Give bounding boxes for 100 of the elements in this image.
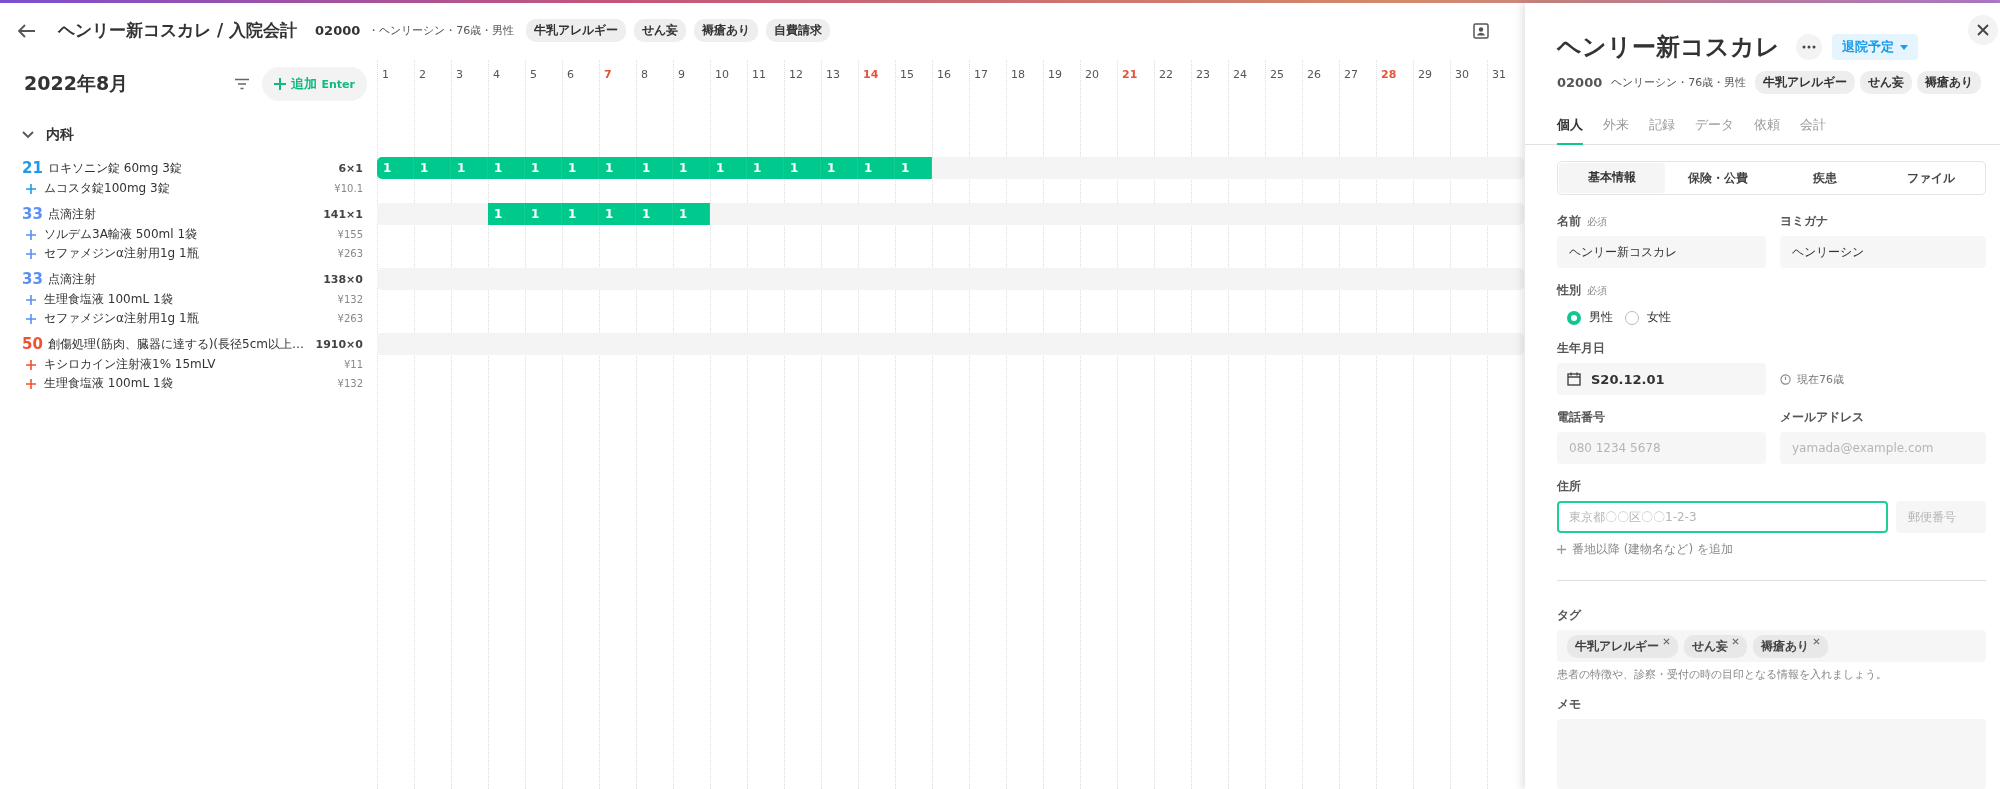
close-button[interactable] — [1968, 15, 1998, 45]
tags-field[interactable]: 牛乳アレルギー せん妄 褥瘡あり — [1557, 630, 1986, 662]
tab[interactable]: 依頼 — [1754, 108, 1780, 145]
date-field[interactable]: S20.12.01 — [1557, 363, 1766, 395]
patient-name: ヘンリー新コスカレ — [1557, 32, 1780, 63]
dose-cell[interactable]: 1 — [525, 157, 562, 179]
status-dropdown[interactable]: 退院予定 — [1832, 34, 1918, 60]
day-label: 26 — [1306, 68, 1322, 83]
item-name: セファメジンα注射用1g 1瓶 — [44, 245, 200, 262]
dose-cell[interactable]: 1 — [414, 157, 451, 179]
remove-icon[interactable] — [1663, 637, 1670, 645]
email-field[interactable]: yamada@example.com — [1780, 432, 1986, 464]
caret-icon — [1900, 44, 1908, 50]
tag-chip: 褥瘡あり — [1753, 634, 1828, 658]
order-code: 21 — [22, 159, 44, 177]
order-code: 33 — [22, 270, 44, 288]
day-label: 19 — [1047, 68, 1063, 83]
tab[interactable]: 記録 — [1649, 108, 1675, 145]
tags-hint: 患者の特徴や、診察・受付の時の目印となる情報を入れましょう。 — [1557, 668, 1888, 682]
postal-code-field[interactable]: 郵便番号 — [1896, 501, 1986, 533]
dose-cell[interactable]: 1 — [895, 157, 932, 179]
patient-tag: 褥瘡あり — [694, 19, 759, 42]
dose-cell[interactable]: 1 — [599, 157, 636, 179]
order-name: 点滴注射 — [48, 270, 97, 288]
field-label: タグ — [1557, 607, 1581, 624]
tab[interactable]: データ — [1695, 108, 1734, 145]
item-name: ムコスタ錠100mg 3錠 — [44, 180, 171, 197]
subtab[interactable]: 疾患 — [1771, 163, 1878, 193]
day-label: 12 — [788, 68, 804, 83]
dose-cell[interactable]: 1 — [636, 157, 673, 179]
field-label: 名前 — [1557, 213, 1581, 230]
clock-icon — [1780, 373, 1791, 385]
patient-info: ・ヘンリーシン・76歳・男性 — [368, 23, 515, 38]
age-note: 現在76歳 — [1797, 371, 1844, 387]
add-button[interactable]: 追加 Enter — [261, 67, 367, 101]
item-price: ¥155 — [337, 229, 363, 240]
day-label: 22 — [1158, 68, 1174, 83]
add-address-link[interactable]: 番地以降 (建物名など) を追加 — [1557, 541, 1733, 558]
subtab[interactable]: 基本情報 — [1559, 163, 1666, 193]
item-name: セファメジンα注射用1g 1瓶 — [44, 310, 200, 327]
dose-cell[interactable]: 1 — [562, 203, 599, 225]
dose-cell[interactable]: 1 — [636, 203, 673, 225]
day-label: 10 — [714, 68, 730, 83]
kana-field[interactable]: ヘンリーシン — [1780, 236, 1986, 268]
radio-option[interactable]: 男性 — [1567, 309, 1613, 326]
person-card-icon[interactable] — [1473, 22, 1489, 39]
dose-cell[interactable]: 1 — [562, 157, 599, 179]
phone-field[interactable]: 080 1234 5678 — [1557, 432, 1766, 464]
dose-cell[interactable]: 1 — [599, 203, 636, 225]
more-button[interactable] — [1796, 34, 1822, 60]
day-label: 4 — [492, 68, 501, 83]
dose-cell[interactable]: 1 — [488, 157, 525, 179]
day-label: 9 — [677, 68, 686, 83]
day-label: 20 — [1084, 68, 1100, 83]
required-note: 必須 — [1587, 284, 1607, 298]
plus-icon — [273, 78, 286, 90]
day-label: 7 — [603, 68, 613, 83]
chevron-icon[interactable] — [22, 131, 34, 139]
subtab[interactable]: 保険・公費 — [1665, 163, 1772, 193]
dose-cell[interactable]: 1 — [821, 157, 858, 179]
tag-chip: 牛乳アレルギー — [1567, 634, 1678, 658]
day-label: 2 — [418, 68, 427, 83]
subtab[interactable]: ファイル — [1877, 163, 1984, 193]
day-label: 6 — [566, 68, 575, 83]
tab[interactable]: 会計 — [1800, 108, 1826, 145]
day-label: 13 — [825, 68, 841, 83]
remove-icon[interactable] — [1813, 637, 1820, 645]
close-icon — [1977, 24, 1989, 36]
more-icon — [1802, 45, 1816, 49]
plus-icon — [1557, 545, 1566, 554]
item-price: ¥132 — [337, 378, 363, 389]
item-name: 生理食塩液 100mL 1袋 — [44, 291, 174, 308]
dose-cell[interactable]: 1 — [858, 157, 895, 179]
dose-cell[interactable]: 1 — [673, 157, 710, 179]
dose-cell[interactable]: 1 — [377, 157, 414, 179]
filter-icon[interactable] — [233, 78, 250, 90]
day-label: 31 — [1491, 68, 1507, 83]
dose-cell[interactable]: 1 — [747, 157, 784, 179]
day-label: 30 — [1454, 68, 1470, 83]
name-field[interactable]: ヘンリー新コスカレ — [1557, 236, 1766, 268]
item-name: キシロカイン注射液1% 15mLV — [44, 356, 217, 373]
back-arrow-icon[interactable] — [18, 23, 36, 38]
day-label: 3 — [455, 68, 464, 83]
required-note: 必須 — [1587, 215, 1607, 229]
remove-icon[interactable] — [1732, 637, 1739, 645]
day-label: 14 — [862, 68, 880, 83]
dose-cell[interactable]: 1 — [673, 203, 710, 225]
day-label: 29 — [1417, 68, 1433, 83]
field-label: 生年月日 — [1557, 340, 1605, 357]
dose-cell[interactable]: 1 — [488, 203, 525, 225]
radio-option[interactable]: 女性 — [1625, 309, 1671, 326]
tab[interactable]: 個人 — [1557, 108, 1583, 145]
order-quantity: 1910×0 — [315, 337, 363, 351]
dose-cell[interactable]: 1 — [525, 203, 562, 225]
day-label: 21 — [1121, 68, 1139, 83]
field-label: ヨミガナ — [1780, 213, 1828, 230]
dose-cell[interactable]: 1 — [710, 157, 747, 179]
tab[interactable]: 外来 — [1603, 108, 1629, 145]
dose-cell[interactable]: 1 — [784, 157, 821, 179]
dose-cell[interactable]: 1 — [451, 157, 488, 179]
